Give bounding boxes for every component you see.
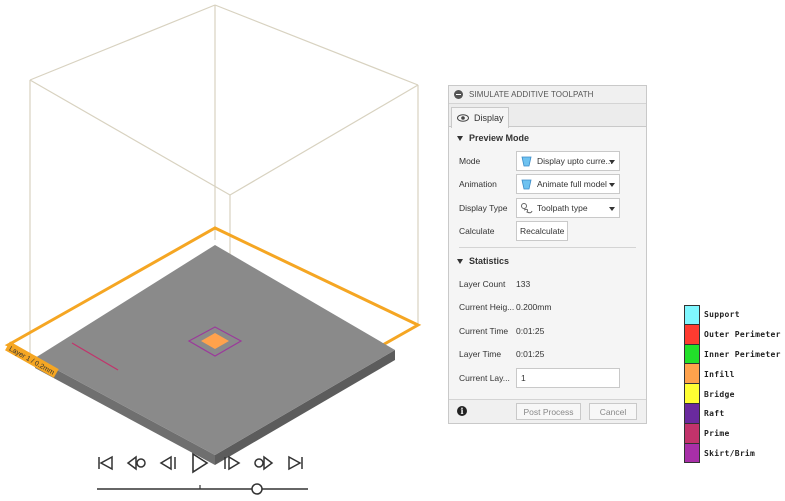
animation-dropdown[interactable]: Animate full model: [516, 174, 620, 195]
mode-label: Mode: [459, 155, 481, 166]
step-forward-keyframe-icon[interactable]: [252, 452, 274, 474]
preview-mode-heading: Preview Mode: [469, 133, 530, 143]
layer-count-label: Layer Count: [459, 278, 506, 289]
animation-row: Animation Animate full model: [449, 173, 646, 197]
legend-item: Inner Perimeter: [684, 344, 784, 365]
viewport-3d[interactable]: Layer 1 / 0.2mm: [0, 0, 445, 500]
legend-label: Outer Perimeter: [704, 330, 781, 340]
toolpath-legend: Support Outer Perimeter Inner Perimeter Inf…: [684, 305, 784, 464]
preview-mode-section[interactable]: Preview Mode: [449, 127, 646, 149]
current-time-label: Current Time: [459, 325, 509, 336]
legend-label: Skirt/Brim: [704, 448, 756, 458]
legend-item: Support: [684, 305, 784, 325]
info-icon[interactable]: i: [457, 406, 467, 416]
toolpath-icon: [520, 202, 533, 214]
animation-label: Animation: [459, 179, 497, 190]
current-layer-row: Current Lay... 1: [449, 366, 646, 390]
post-process-button[interactable]: Post Process: [516, 403, 581, 420]
mode-row: Mode Display upto curre...: [449, 149, 646, 173]
legend-item: Prime: [684, 423, 784, 444]
legend-swatch: [684, 423, 700, 444]
step-back-icon[interactable]: [158, 452, 180, 474]
current-height-value: 0.200mm: [516, 302, 552, 313]
legend-swatch: [684, 384, 700, 404]
current-height-label: Current Heig...: [459, 302, 515, 313]
expand-triangle-icon: [457, 135, 463, 141]
timeline-slider[interactable]: [95, 480, 310, 496]
legend-label: Infill: [704, 369, 735, 379]
timeline-handle: [251, 483, 263, 495]
legend-item: Skirt/Brim: [684, 443, 784, 464]
plate-top: [35, 245, 395, 455]
tab-display[interactable]: Display: [451, 107, 509, 128]
simulate-toolpath-panel: SIMULATE ADDITIVE TOOLPATH Display Previ…: [448, 85, 647, 424]
layer-time-label: Layer Time: [459, 349, 502, 360]
legend-label: Inner Perimeter: [704, 349, 781, 359]
current-layer-input[interactable]: 1: [516, 367, 620, 388]
chevron-down-icon: [609, 183, 615, 188]
play-icon[interactable]: [189, 452, 211, 474]
calculate-label: Calculate: [459, 226, 495, 237]
layer-count-value: 133: [516, 278, 531, 289]
collapse-icon[interactable]: [454, 90, 463, 99]
display-type-row: Display Type Toolpath type: [449, 196, 646, 220]
expand-triangle-icon: [457, 258, 463, 264]
bucket-icon: [520, 178, 533, 190]
section-divider: [459, 247, 636, 248]
chevron-down-icon: [609, 159, 615, 164]
tab-display-label: Display: [474, 113, 504, 123]
legend-label: Bridge: [704, 389, 735, 399]
layer-time-value: 0:01:25: [516, 349, 545, 360]
playback-controls: [95, 452, 310, 476]
legend-item: Infill: [684, 364, 784, 385]
legend-label: Support: [704, 310, 740, 320]
chevron-down-icon: [609, 206, 615, 211]
legend-item: Raft: [684, 403, 784, 424]
panel-footer: i Post Process Cancel: [449, 399, 646, 423]
mode-dropdown[interactable]: Display upto curre...: [516, 150, 620, 171]
statistics-section[interactable]: Statistics: [449, 250, 646, 272]
display-type-dropdown[interactable]: Toolpath type: [516, 197, 620, 218]
legend-swatch: [684, 324, 700, 345]
panel-title: SIMULATE ADDITIVE TOOLPATH: [469, 90, 594, 99]
legend-swatch: [684, 344, 700, 365]
step-forward-icon[interactable]: [220, 452, 242, 474]
current-layer-label: Current Lay...: [459, 372, 510, 383]
recalculate-button[interactable]: Recalculate: [516, 221, 569, 242]
cancel-button[interactable]: Cancel: [589, 403, 637, 420]
legend-label: Raft: [704, 409, 725, 419]
current-time-value: 0:01:25: [516, 325, 545, 336]
mode-value: Display upto curre...: [537, 155, 613, 166]
current-height-row: Current Heig... 0.200mm: [449, 296, 646, 320]
legend-swatch: [684, 364, 700, 385]
display-type-label: Display Type: [459, 202, 508, 213]
layer-time-row: Layer Time 0:01:25: [449, 343, 646, 367]
animation-value: Animate full model: [537, 179, 607, 190]
tab-bar: Display: [449, 104, 646, 128]
legend-swatch: [684, 403, 700, 424]
calculate-row: Calculate Recalculate: [449, 220, 646, 244]
current-time-row: Current Time 0:01:25: [449, 319, 646, 343]
legend-swatch: [684, 305, 700, 325]
skip-start-icon[interactable]: [95, 452, 117, 474]
panel-header: SIMULATE ADDITIVE TOOLPATH: [449, 86, 646, 104]
step-back-keyframe-icon[interactable]: [126, 452, 148, 474]
display-type-value: Toolpath type: [537, 202, 588, 213]
bucket-icon: [520, 155, 533, 167]
statistics-heading: Statistics: [469, 256, 510, 266]
eye-icon: [457, 114, 469, 122]
skip-end-icon[interactable]: [284, 452, 306, 474]
legend-item: Bridge: [684, 384, 784, 404]
legend-label: Prime: [704, 429, 730, 439]
legend-swatch: [684, 443, 700, 464]
layer-count-row: Layer Count 133: [449, 272, 646, 296]
legend-item: Outer Perimeter: [684, 324, 784, 345]
build-volume-drawing: Layer 1 / 0.2mm: [4, 4, 422, 465]
